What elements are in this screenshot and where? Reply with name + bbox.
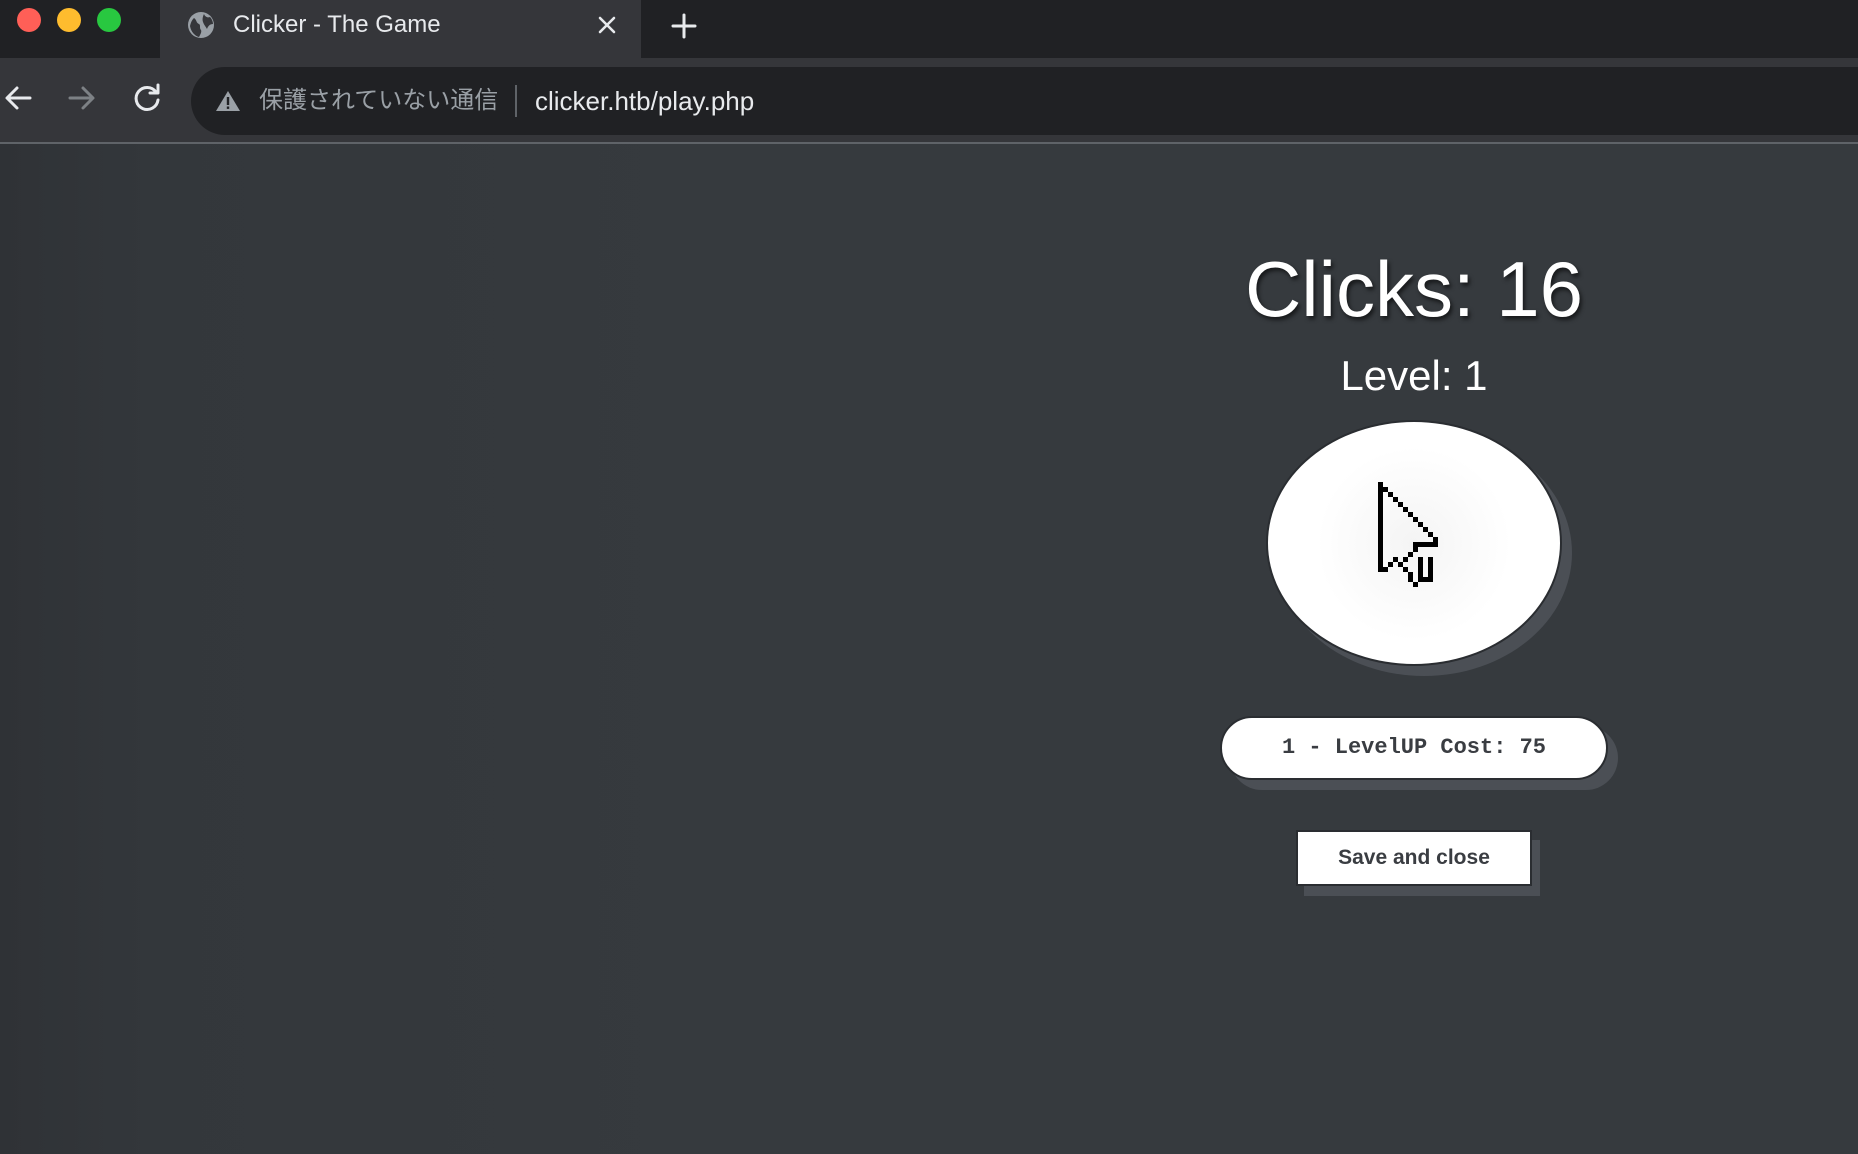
tab-title: Clicker - The Game <box>233 11 441 38</box>
click-button[interactable] <box>1266 420 1562 666</box>
game-panel: Clicks: 16 Level: 1 1 - LevelUP Cost: 75… <box>1214 144 1614 1154</box>
address-bar[interactable]: 保護されていない通信 clicker.htb/play.php <box>191 67 1858 135</box>
page-content: Clicks: 16 Level: 1 1 - LevelUP Cost: 75… <box>0 144 1858 1154</box>
plus-icon[interactable] <box>668 10 700 42</box>
save-and-close-button[interactable]: Save and close <box>1296 830 1532 886</box>
tab-clicker[interactable]: Clicker - The Game <box>160 0 641 58</box>
url-text[interactable]: clicker.htb/play.php <box>535 84 754 118</box>
arrow-right-icon[interactable] <box>64 80 100 116</box>
warning-icon[interactable] <box>215 89 241 113</box>
reload-icon[interactable] <box>129 80 165 116</box>
levelup-button[interactable]: 1 - LevelUP Cost: 75 <box>1220 716 1608 780</box>
pointer-cursor-icon <box>1378 482 1438 587</box>
window-minimize-button[interactable] <box>57 8 81 32</box>
browser-toolbar: 保護されていない通信 clicker.htb/play.php <box>0 58 1858 144</box>
close-icon[interactable] <box>593 11 621 39</box>
security-status-label[interactable]: 保護されていない通信 <box>259 84 498 118</box>
level-display: Level: 1 <box>1340 352 1488 399</box>
globe-icon <box>188 12 214 38</box>
window-maximize-button[interactable] <box>97 8 121 32</box>
window-close-button[interactable] <box>17 8 41 32</box>
arrow-left-icon[interactable] <box>0 80 36 116</box>
browser-window: Clicker - The Game 保護されていない通信 clicker.ht… <box>0 0 1858 1154</box>
clicks-counter: Clicks: 16 <box>1244 245 1584 333</box>
tab-strip: Clicker - The Game <box>0 0 1858 58</box>
url-divider <box>515 85 517 117</box>
